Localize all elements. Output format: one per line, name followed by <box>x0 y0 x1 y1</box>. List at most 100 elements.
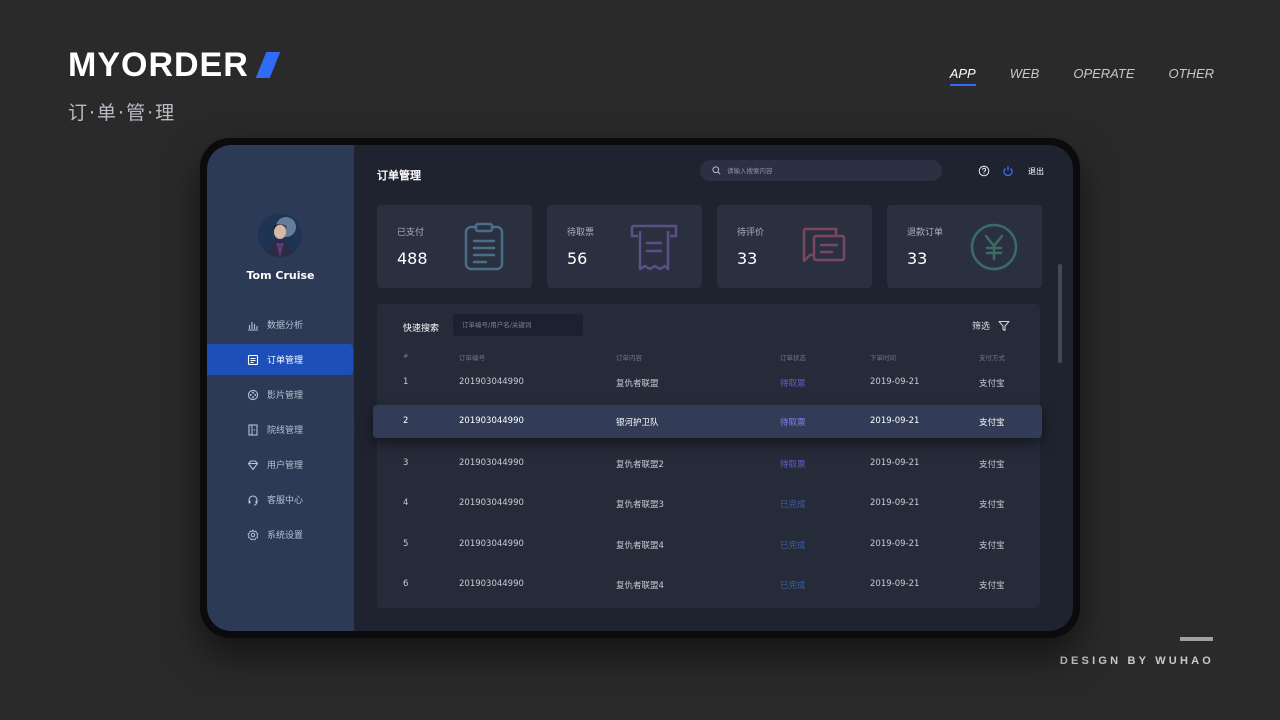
film-reel-icon <box>247 389 259 400</box>
column-header-status: 订单状态 <box>780 354 806 362</box>
quick-search-input[interactable] <box>453 314 583 336</box>
avatar[interactable] <box>258 213 302 257</box>
headset-icon <box>248 494 258 505</box>
gear-icon <box>247 529 259 540</box>
top-nav: APP WEB OPERATE OTHER <box>949 66 1215 86</box>
cell-date: 2019-09-21 <box>870 498 920 508</box>
table-row[interactable]: 6 201903044990 复仇者联盟4 已完成 2019-09-21 支付宝 <box>377 568 1040 601</box>
cell-index: 4 <box>403 498 409 508</box>
filter-icon <box>998 320 1010 331</box>
nav-web[interactable]: WEB <box>1010 66 1040 86</box>
table-header: # 订单编号 订单内容 订单状态 下单时间 支付方式 <box>377 352 1040 364</box>
cell-status: 待取票 <box>780 418 806 428</box>
cell-payment: 支付宝 <box>979 541 1005 551</box>
cell-order-no: 201903044990 <box>459 377 524 387</box>
cell-index: 5 <box>403 539 409 549</box>
sidebar-item-order-management[interactable]: 订单管理 <box>207 344 353 375</box>
table-row-selected[interactable]: 2 201903044990 银河护卫队 待取票 2019-09-21 支付宝 <box>373 405 1042 438</box>
stat-card-label: 待评价 <box>737 228 765 238</box>
brand-slash-icon <box>255 52 281 78</box>
brand-subtitle: 订·单·管·理 <box>68 102 177 124</box>
table-row[interactable]: 3 201903044990 复仇者联盟2 待取票 2019-09-21 支付宝 <box>377 447 1040 480</box>
cell-order-no: 201903044990 <box>459 579 524 589</box>
sidebar-item-system-settings[interactable]: 系统设置 <box>207 519 354 550</box>
cell-date: 2019-09-21 <box>870 579 920 589</box>
cell-status: 待取票 <box>780 379 806 389</box>
nav-operate[interactable]: OPERATE <box>1073 66 1134 86</box>
column-header-order-no: 订单编号 <box>459 354 485 362</box>
sidebar-item-label: 院线管理 <box>267 426 304 436</box>
cell-date: 2019-09-21 <box>870 416 920 426</box>
sidebar-item-user-management[interactable]: 用户管理 <box>207 449 354 480</box>
main-content: 订单管理 退出 已支付 488 <box>354 145 1073 631</box>
stat-card-refund[interactable]: 退款订单 33 <box>887 205 1042 288</box>
logout-button[interactable]: 退出 <box>1028 166 1044 177</box>
sidebar-item-label: 影片管理 <box>267 391 304 401</box>
stat-card-pending-pickup[interactable]: 待取票 56 <box>547 205 702 288</box>
document-icon <box>247 354 259 365</box>
cell-content: 复仇者联盟 <box>616 379 659 389</box>
sidebar-item-film-management[interactable]: 影片管理 <box>207 379 354 410</box>
stat-card-paid[interactable]: 已支付 488 <box>377 205 532 288</box>
table-row[interactable]: 4 201903044990 复仇者联盟3 已完成 2019-09-21 支付宝 <box>377 487 1040 520</box>
cell-payment: 支付宝 <box>979 379 1005 389</box>
filter-button[interactable]: 筛选 <box>972 319 1010 332</box>
stat-card-label: 已支付 <box>397 228 425 238</box>
cell-index: 6 <box>403 579 409 589</box>
sidebar-item-customer-service[interactable]: 客服中心 <box>207 484 354 515</box>
bar-chart-icon <box>248 321 258 331</box>
column-header-date: 下单时间 <box>870 354 896 362</box>
cell-status: 已完成 <box>780 541 806 551</box>
door-icon <box>248 423 258 436</box>
column-header-index: # <box>403 352 409 360</box>
cell-content: 复仇者联盟4 <box>616 581 664 591</box>
stat-card-value: 488 <box>397 249 428 268</box>
cell-payment: 支付宝 <box>979 460 1005 470</box>
design-credit: DESIGN BY WUHAO <box>1059 655 1214 667</box>
sidebar-item-label: 数据分析 <box>267 321 304 331</box>
nav-other[interactable]: OTHER <box>1169 66 1215 86</box>
cell-order-no: 201903044990 <box>459 458 524 468</box>
scrollbar[interactable] <box>1058 264 1062 363</box>
sidebar-item-cinema-management[interactable]: 院线管理 <box>207 414 354 445</box>
column-header-content: 订单内容 <box>616 354 642 362</box>
cell-date: 2019-09-21 <box>870 539 920 549</box>
sidebar-item-data-analysis[interactable]: 数据分析 <box>207 309 354 340</box>
nav-app[interactable]: APP <box>949 66 976 86</box>
sidebar-menu: 数据分析 订单管理 影片管理 院线管理 用户管理 客服中心 系统设置 <box>207 309 354 554</box>
filter-label: 筛选 <box>971 322 990 332</box>
cell-date: 2019-09-21 <box>870 377 920 387</box>
cell-status: 已完成 <box>780 500 806 510</box>
stat-card-pending-review[interactable]: 待评价 33 <box>717 205 872 288</box>
cell-status: 待取票 <box>780 460 806 470</box>
table-row[interactable]: 5 201903044990 复仇者联盟4 已完成 2019-09-21 支付宝 <box>377 528 1040 561</box>
search-icon <box>712 166 721 175</box>
cell-order-no: 201903044990 <box>459 539 524 549</box>
sidebar-item-label: 客服中心 <box>267 496 304 506</box>
receipt-icon <box>630 224 678 271</box>
cell-order-no: 201903044990 <box>459 416 524 426</box>
stat-card-value: 33 <box>907 249 928 268</box>
search-input[interactable] <box>727 166 927 175</box>
cell-order-no: 201903044990 <box>459 498 524 508</box>
stat-card-label: 待取票 <box>567 228 595 238</box>
diamond-icon <box>247 459 259 470</box>
tablet-frame: Tom Cruise 数据分析 订单管理 影片管理 院线管理 用户管理 客服中心… <box>200 138 1080 638</box>
brand-title: MYORDER <box>68 46 249 84</box>
table-row[interactable]: 1 201903044990 复仇者联盟 待取票 2019-09-21 支付宝 <box>377 366 1040 399</box>
cell-index: 3 <box>403 458 409 468</box>
power-icon[interactable] <box>1002 165 1014 177</box>
cell-content: 复仇者联盟3 <box>616 500 664 510</box>
page-title: 订单管理 <box>377 169 421 182</box>
help-icon[interactable] <box>978 165 990 177</box>
sidebar: Tom Cruise 数据分析 订单管理 影片管理 院线管理 用户管理 客服中心… <box>207 145 354 631</box>
sidebar-item-label: 订单管理 <box>267 356 304 366</box>
cell-payment: 支付宝 <box>979 581 1005 591</box>
sidebar-item-label: 系统设置 <box>267 531 304 541</box>
stat-cards: 已支付 488 待取票 56 待评价 33 退款订单 33 <box>377 205 1042 288</box>
column-header-payment: 支付方式 <box>979 354 1005 362</box>
search-bar[interactable] <box>700 160 942 181</box>
cell-status: 已完成 <box>780 581 806 591</box>
brand: MYORDER 订·单·管·理 <box>68 46 281 125</box>
stat-card-value: 56 <box>567 249 588 268</box>
